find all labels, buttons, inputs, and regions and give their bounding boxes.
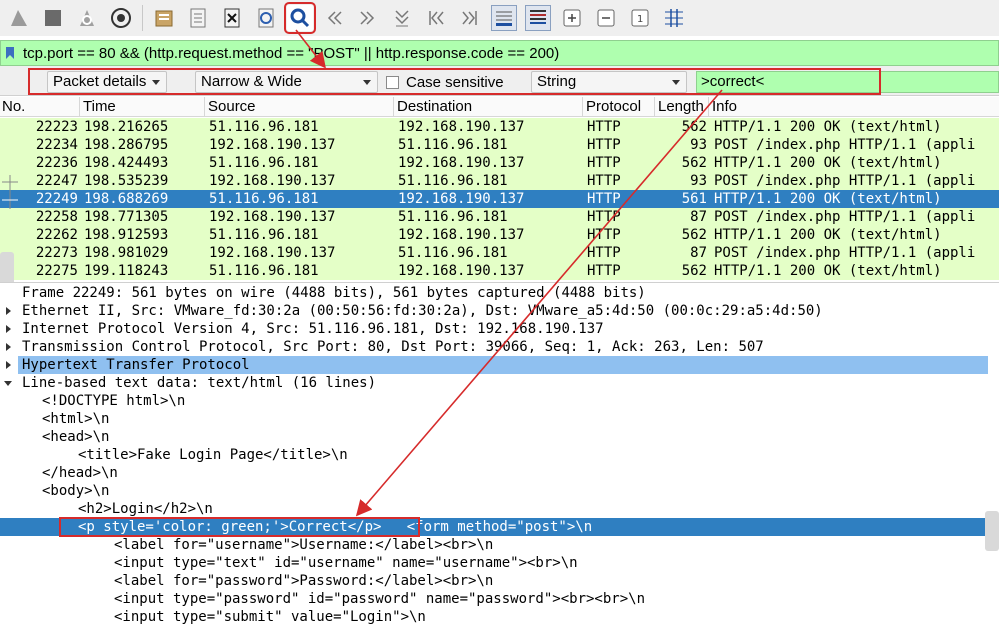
- arrow-find-to-bar: [295, 29, 326, 69]
- annotation-arrows: [295, 29, 723, 517]
- arrow-search-to-match: [355, 89, 723, 517]
